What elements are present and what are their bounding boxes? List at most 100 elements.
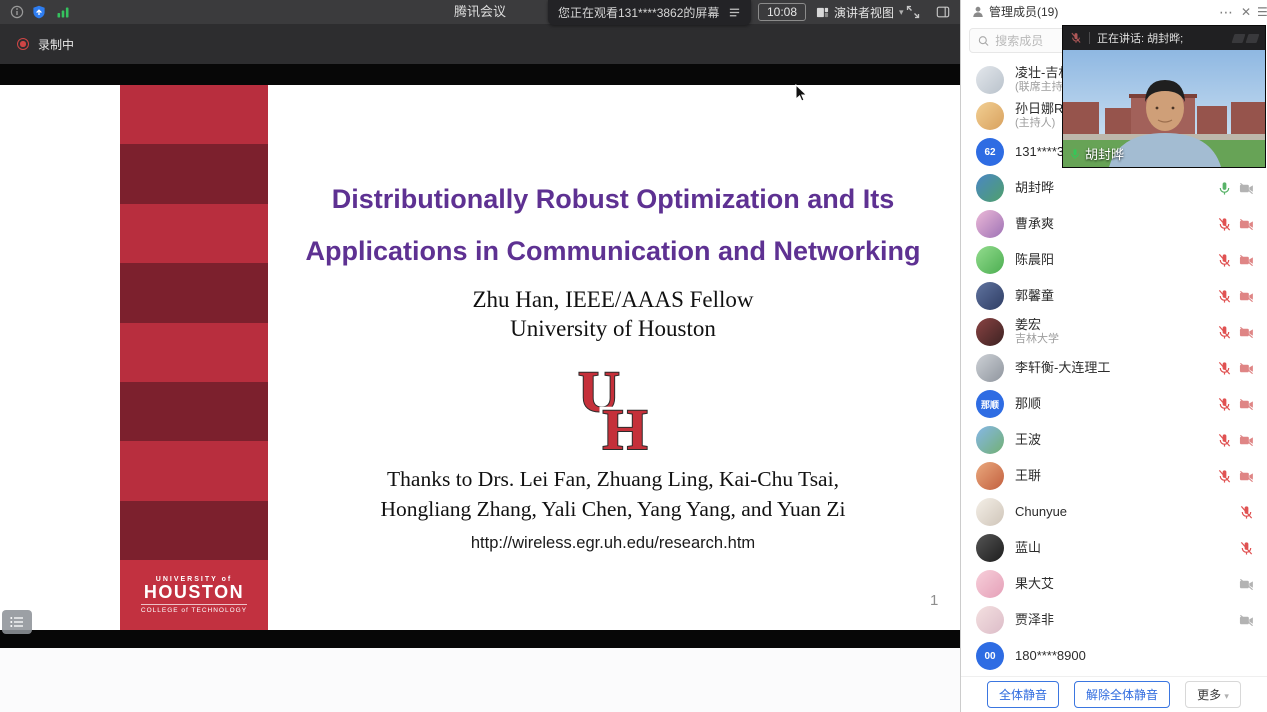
camera-off-icon[interactable] (1239, 181, 1254, 196)
mic-muted-icon[interactable] (1217, 217, 1232, 232)
mic-on-icon[interactable] (1217, 181, 1232, 196)
panel-close-icon[interactable]: ✕ (1241, 1, 1251, 23)
watermark-icon (1233, 34, 1258, 43)
member-name: 那顺 (1015, 397, 1041, 412)
svg-text:H: H (602, 397, 647, 457)
camera-off-icon[interactable] (1239, 469, 1254, 484)
mute-all-button[interactable]: 全体静音 (987, 681, 1059, 708)
screen-watching-notice: 您正在观看131****3862的屏幕 (548, 0, 751, 25)
meeting-clock: 10:08 (758, 3, 806, 21)
annotation-list-button[interactable] (2, 610, 32, 634)
avatar (976, 66, 1004, 94)
camera-off-icon[interactable] (1239, 397, 1254, 412)
member-name: Chunyue (1015, 505, 1067, 520)
info-icon[interactable] (10, 5, 24, 19)
camera-off-icon[interactable] (1239, 613, 1254, 628)
mic-muted-icon (1070, 32, 1082, 44)
slide-red-sidebar: UNIVERSITY of HOUSTON COLLEGE of TECHNOL… (120, 85, 268, 630)
avatar: 那顺 (976, 390, 1004, 418)
avatar (976, 462, 1004, 490)
member-name: 180****8900 (1015, 649, 1086, 664)
notice-list-icon[interactable] (728, 6, 741, 19)
member-name: 姜宏 (1015, 318, 1059, 333)
panel-menu-icon[interactable]: ☰ (1257, 1, 1267, 23)
watching-text: 您正在观看131****3862的屏幕 (558, 4, 719, 21)
avatar (976, 174, 1004, 202)
member-row[interactable]: 蓝山 (961, 530, 1267, 566)
member-row[interactable]: 贾泽非 (961, 602, 1267, 638)
member-org: 吉林大学 (1015, 333, 1059, 346)
avatar (976, 534, 1004, 562)
slide-author: Zhu Han, IEEE/AAAS Fellow University of … (268, 285, 958, 343)
speaker-video-tile[interactable]: 正在讲话: 胡封晔; (1062, 25, 1266, 168)
member-name: 贾泽非 (1015, 613, 1054, 628)
panel-title: 管理成员(19) (989, 0, 1058, 24)
member-row[interactable]: 郭馨童 (961, 278, 1267, 314)
camera-off-icon[interactable] (1239, 253, 1254, 268)
camera-off-icon[interactable] (1239, 577, 1254, 592)
panel-more-icon[interactable]: ⋯ (1219, 1, 1233, 23)
member-name: 王聠 (1015, 469, 1041, 484)
view-mode-dropdown[interactable]: 演讲者视图 ▾ (816, 0, 904, 24)
avatar: 00 (976, 642, 1004, 670)
camera-off-icon[interactable] (1239, 217, 1254, 232)
mic-muted-icon[interactable] (1217, 469, 1232, 484)
shield-icon[interactable] (32, 5, 46, 19)
member-row[interactable]: Chunyue (961, 494, 1267, 530)
avatar (976, 498, 1004, 526)
mic-muted-icon[interactable] (1217, 253, 1232, 268)
more-button[interactable]: 更多 ▾ (1185, 681, 1241, 708)
sidebar-layout-icon[interactable] (936, 5, 950, 19)
mic-muted-icon[interactable] (1217, 325, 1232, 340)
avatar (976, 246, 1004, 274)
speaking-bar: 正在讲话: 胡封晔; (1063, 26, 1265, 50)
member-row[interactable]: 胡封晔 (961, 170, 1267, 206)
member-row[interactable]: 王波 (961, 422, 1267, 458)
member-name: 王波 (1015, 433, 1041, 448)
member-name: 果大艾 (1015, 577, 1054, 592)
member-row[interactable]: 王聠 (961, 458, 1267, 494)
camera-off-icon[interactable] (1239, 325, 1254, 340)
member-name: 曹承爽 (1015, 217, 1054, 232)
member-row[interactable]: 李轩衡-大连理工 (961, 350, 1267, 386)
unmute-all-button[interactable]: 解除全体静音 (1074, 681, 1170, 708)
member-row[interactable]: 曹承爽 (961, 206, 1267, 242)
camera-off-icon[interactable] (1239, 433, 1254, 448)
camera-off-icon[interactable] (1239, 361, 1254, 376)
video-nametag: 胡封晔 (1069, 144, 1124, 163)
member-row[interactable]: 姜宏 吉林大学 (961, 314, 1267, 350)
fullscreen-icon[interactable] (906, 5, 920, 19)
chevron-down-icon: ▾ (899, 7, 904, 18)
mic-muted-icon[interactable] (1217, 289, 1232, 304)
camera-off-icon[interactable] (1239, 289, 1254, 304)
houston-wordmark: UNIVERSITY of HOUSTON COLLEGE of TECHNOL… (120, 560, 268, 630)
panel-footer: 全体静音 解除全体静音 更多 ▾ (961, 676, 1267, 712)
member-row[interactable]: 陈晨阳 (961, 242, 1267, 278)
avatar (976, 282, 1004, 310)
slide-url: http://wireless.egr.uh.edu/research.htm (268, 534, 958, 553)
panel-header: 管理成员(19) ⋯ ✕ ☰ (961, 0, 1267, 24)
slide-title: Distributionally Robust Optimization and… (268, 173, 958, 277)
avatar (976, 102, 1004, 130)
avatar (976, 354, 1004, 382)
network-signal-icon[interactable] (56, 5, 70, 19)
view-mode-icon (816, 6, 829, 19)
mic-muted-icon[interactable] (1217, 397, 1232, 412)
chevron-down-icon: ▾ (1224, 691, 1229, 701)
mic-muted-icon[interactable] (1239, 505, 1254, 520)
avatar (976, 426, 1004, 454)
mic-muted-icon[interactable] (1239, 541, 1254, 556)
avatar (976, 606, 1004, 634)
search-icon (978, 35, 989, 47)
member-row[interactable]: 果大艾 (961, 566, 1267, 602)
member-row[interactable]: 那顺 那顺 (961, 386, 1267, 422)
view-mode-label: 演讲者视图 (834, 4, 894, 21)
member-name: 郭馨童 (1015, 289, 1054, 304)
slide-acknowledgments: Thanks to Drs. Lei Fan, Zhuang Ling, Kai… (268, 465, 958, 524)
member-name: 陈晨阳 (1015, 253, 1054, 268)
member-name: 李轩衡-大连理工 (1015, 361, 1110, 376)
meeting-toolbar: 解除静音 开启视频 共享屏幕 (0, 648, 960, 712)
mic-muted-icon[interactable] (1217, 361, 1232, 376)
member-row[interactable]: 00 180****8900 (961, 638, 1267, 674)
mic-muted-icon[interactable] (1217, 433, 1232, 448)
